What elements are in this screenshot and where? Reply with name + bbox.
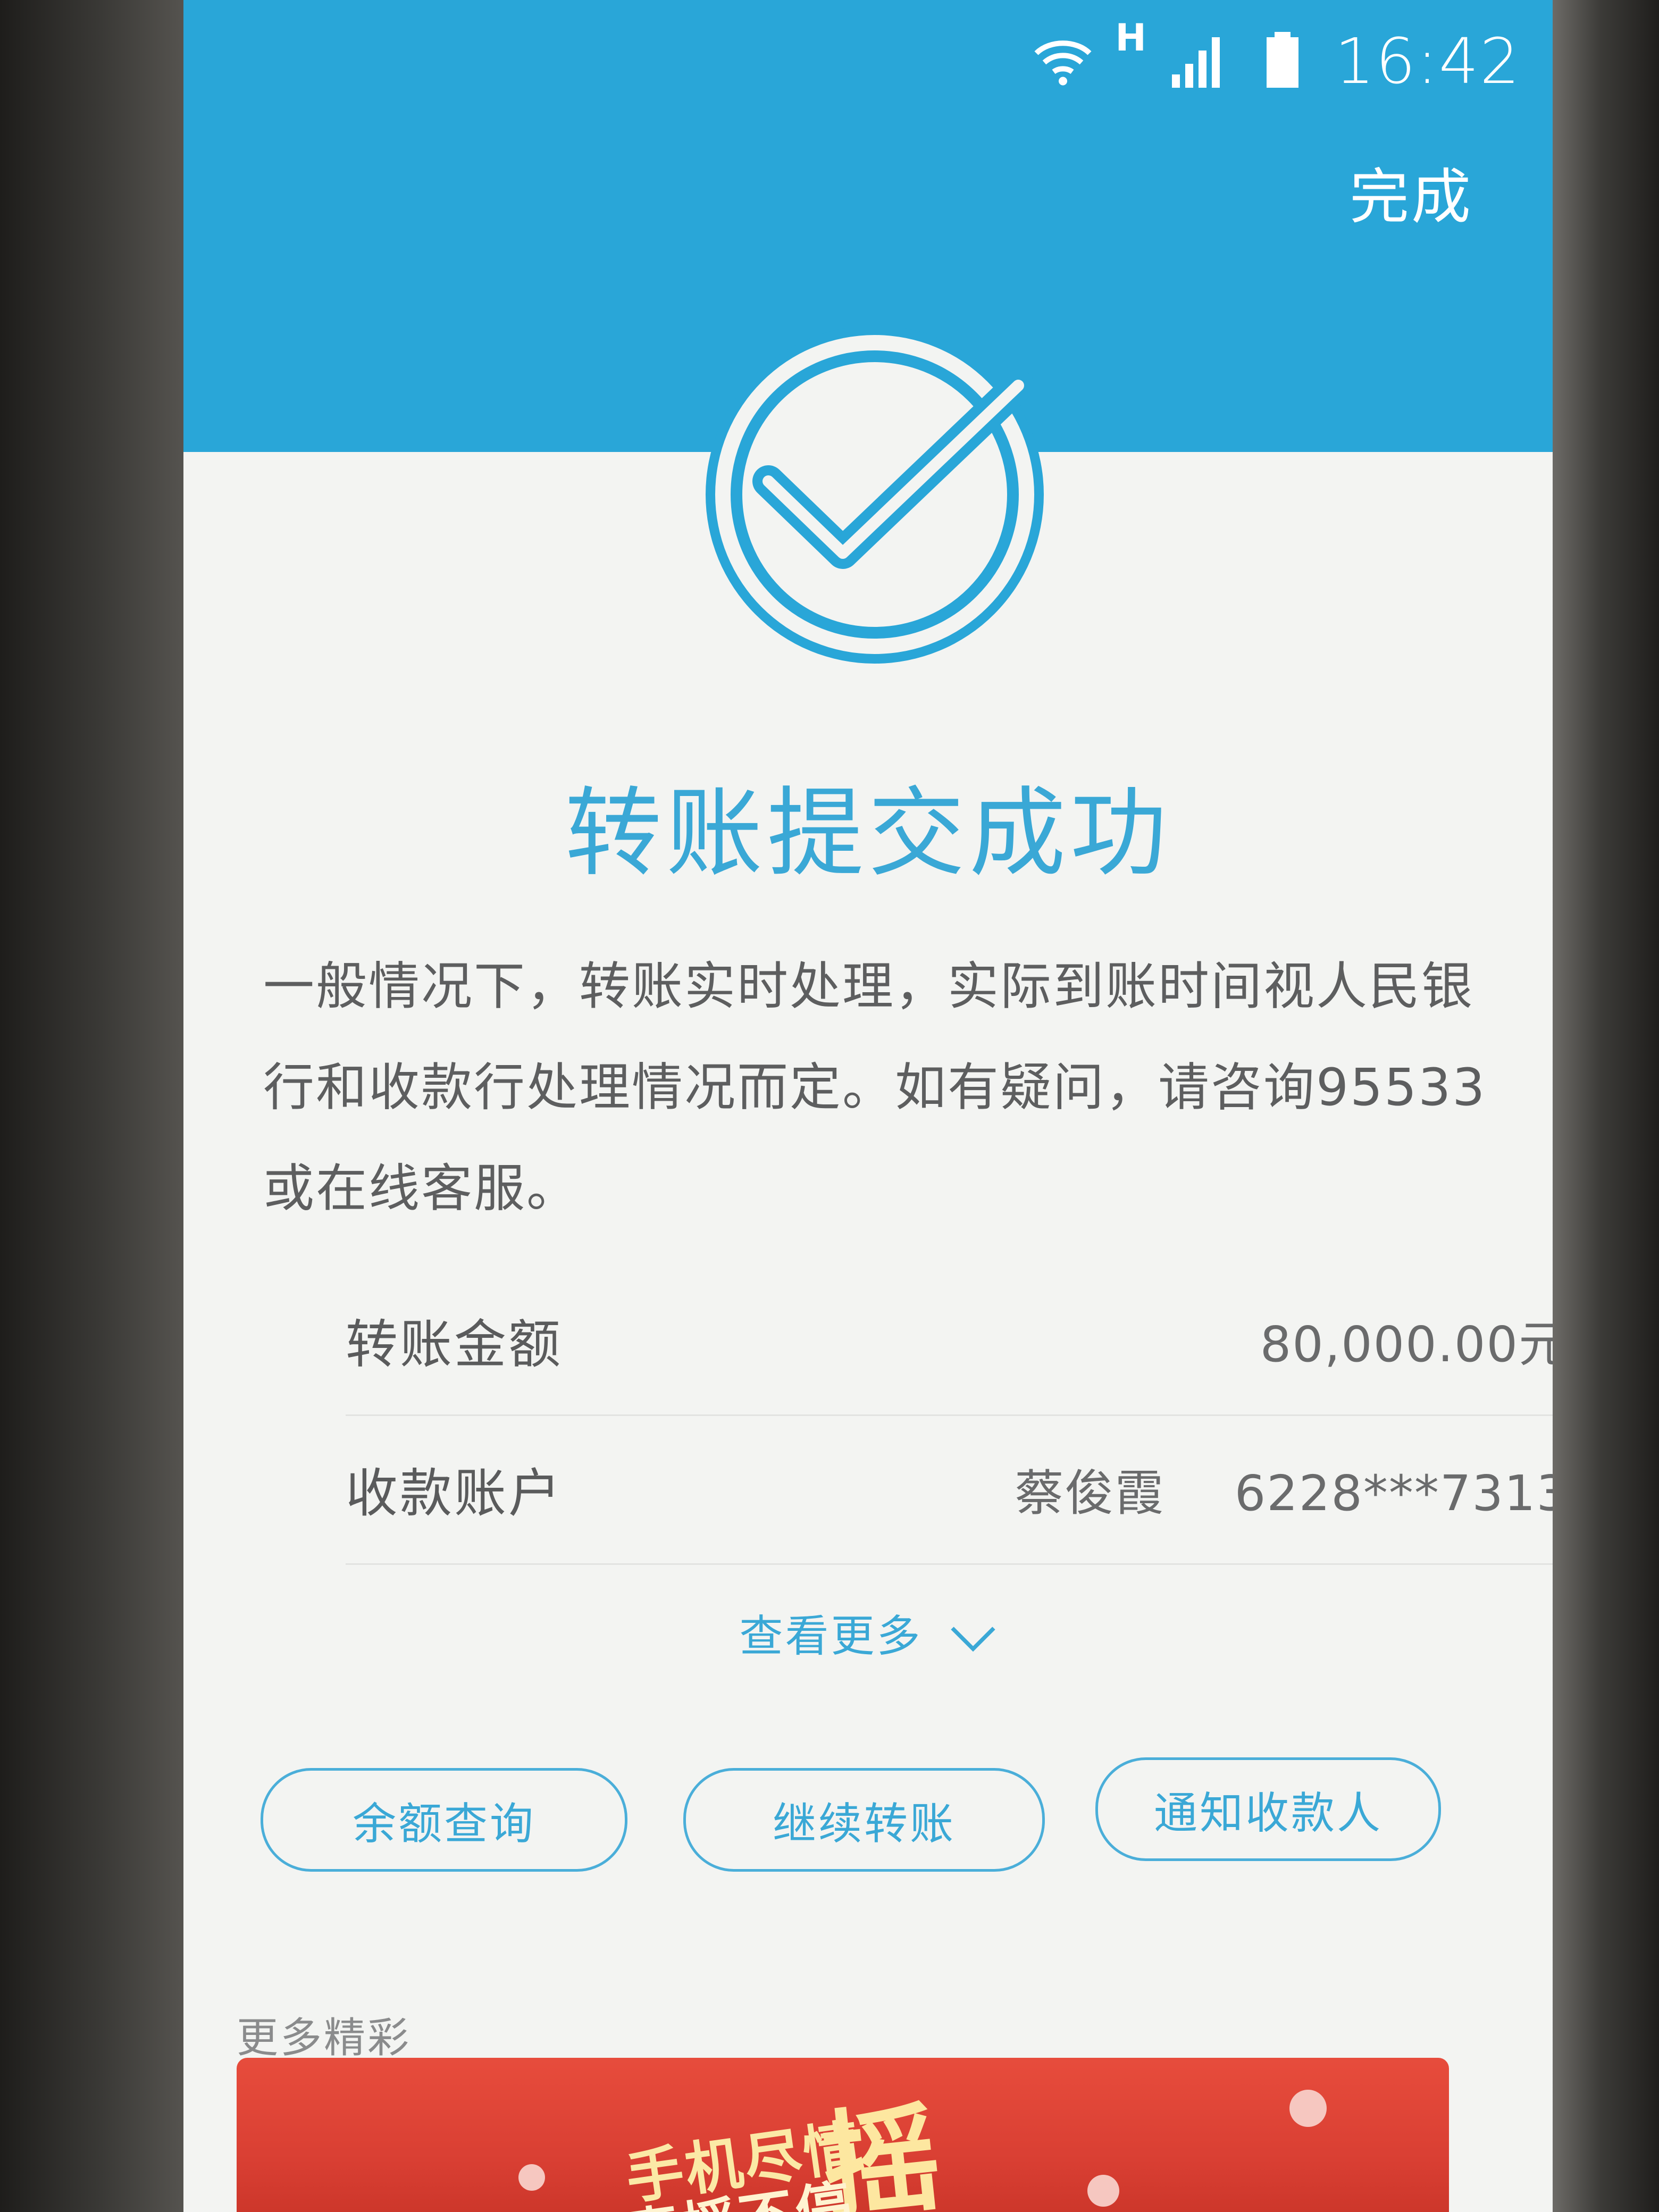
payee-value: 蔡俊霞 6228***7313 (1015, 1454, 1553, 1524)
phone-screen: H 16:42 完成 转账提交成功 一般情况下，转账实时处理，实际到账时间视人民… (183, 0, 1553, 2212)
device-bezel-left (0, 0, 183, 2212)
chevron-down-icon (950, 1626, 995, 1652)
signal-icon (1171, 37, 1220, 88)
balance-query-button[interactable]: 余额查询 (261, 1768, 627, 1872)
status-time: 16:42 (1334, 24, 1521, 98)
battery-icon (1266, 32, 1298, 88)
more-section-title: 更多精彩 (237, 2014, 412, 2062)
notify-payee-button[interactable]: 通知收款人 (1095, 1757, 1441, 1861)
network-type-label: H (1115, 16, 1146, 60)
promo-banner[interactable]: 手机尽情 摇 惊喜摇不停 (237, 2058, 1449, 2212)
payee-account: 6228***7313 (1234, 1464, 1553, 1522)
status-bar: H 16:42 (1031, 0, 1521, 122)
result-title: 转账提交成功 (565, 777, 1171, 890)
device-bezel-right (1553, 0, 1659, 2212)
wifi-icon (1034, 40, 1092, 86)
done-button[interactable]: 完成 (1350, 149, 1473, 235)
banner-decoration (518, 2164, 545, 2191)
success-check-icon (706, 325, 1044, 664)
payee-name: 蔡俊霞 (1015, 1464, 1165, 1522)
continue-transfer-button[interactable]: 继续转账 (683, 1768, 1045, 1872)
view-more-button[interactable]: 查看更多 (183, 1601, 1553, 1664)
amount-label: 转账金额 (346, 1314, 563, 1375)
banner-decoration (1087, 2175, 1119, 2207)
payee-label: 收款账户 (346, 1463, 563, 1524)
payee-row: 收款账户 蔡俊霞 6228***7313 (346, 1414, 1553, 1565)
result-description: 一般情况下，转账实时处理，实际到账时间视人民银行和收款行处理情况而定。如有疑问，… (263, 957, 1487, 1218)
amount-value: 80,000.00元 (1260, 1316, 1553, 1373)
amount-row: 转账金额 80,000.00元 (346, 1266, 1553, 1416)
banner-decoration (1289, 2090, 1327, 2127)
view-more-label: 查看更多 (739, 1611, 923, 1662)
